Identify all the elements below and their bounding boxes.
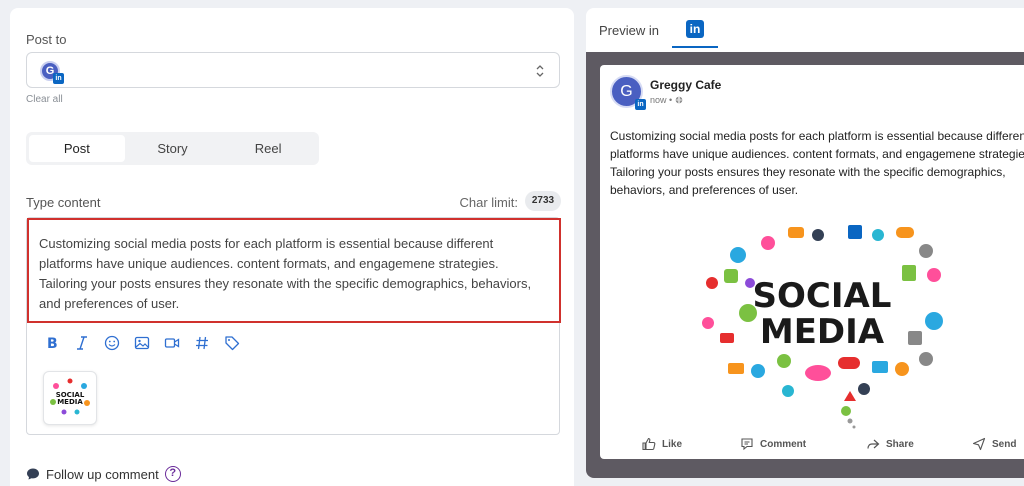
post-to-label: Post to <box>26 32 67 47</box>
content-line: Customizing social media posts for each … <box>39 236 494 251</box>
preview-frame: G in Greggy Cafe now • Customizing socia… <box>586 52 1024 478</box>
follow-up-comment[interactable]: Follow up comment ? <box>26 466 181 482</box>
follow-up-label: Follow up comment <box>46 466 159 482</box>
char-limit-badge: 2733 <box>525 191 561 211</box>
share-button[interactable]: Share <box>866 437 914 451</box>
comment-label: Comment <box>760 438 807 450</box>
post-time-text: now • <box>650 95 673 105</box>
send-label: Send <box>992 438 1017 450</box>
post-text: Customizing social media posts for each … <box>610 127 1024 199</box>
post-time: now • <box>650 95 683 105</box>
post-text-line: Customizing social media posts for each … <box>610 129 1024 143</box>
linkedin-badge-icon: in <box>635 99 646 110</box>
type-content-label: Type content <box>26 195 101 210</box>
author-name: Greggy Cafe <box>650 78 722 92</box>
italic-icon[interactable] <box>73 334 91 352</box>
content-editor: Customizing social media posts for each … <box>26 217 561 435</box>
send-icon <box>972 437 986 451</box>
preview-panel: Preview in in G in Greggy Cafe now • Cus… <box>586 8 1024 478</box>
linkedin-post-card: G in Greggy Cafe now • Customizing socia… <box>600 65 1024 459</box>
chevron-up-down-icon <box>536 65 544 77</box>
tag-icon[interactable] <box>223 334 241 352</box>
thumbs-up-icon <box>642 437 656 451</box>
comment-button[interactable]: Comment <box>740 437 806 451</box>
tab-reel[interactable]: Reel <box>220 135 316 162</box>
like-label: Like <box>662 438 683 450</box>
send-button[interactable]: Send <box>972 437 1016 451</box>
comment-bubble-icon <box>27 468 39 480</box>
compose-panel: Post to G in Clear all Post Story Reel T… <box>10 8 574 486</box>
globe-icon <box>675 96 682 104</box>
hashtag-icon[interactable] <box>193 334 211 352</box>
video-icon[interactable] <box>163 334 181 352</box>
content-line: platforms have unique audiences. content… <box>39 256 499 271</box>
svg-text:MEDIA: MEDIA <box>760 312 885 352</box>
attached-image-thumbnail[interactable]: SOCIAL MEDIA <box>43 371 97 425</box>
linkedin-icon: in <box>686 20 704 38</box>
preview-label: Preview in <box>599 23 659 38</box>
social-media-image: SOCIAL MEDIA <box>698 225 946 429</box>
tab-post[interactable]: Post <box>29 135 125 162</box>
char-limit-label: Char limit: <box>459 195 518 210</box>
bold-icon[interactable]: B <box>43 334 61 352</box>
tab-linkedin[interactable]: in <box>672 8 718 48</box>
like-button[interactable]: Like <box>642 437 682 451</box>
svg-text:MEDIA: MEDIA <box>57 398 83 406</box>
share-label: Share <box>886 438 914 450</box>
post-type-tabs: Post Story Reel <box>26 132 319 165</box>
emoji-icon[interactable] <box>103 334 121 352</box>
share-icon <box>867 439 880 449</box>
content-textarea[interactable]: Customizing social media posts for each … <box>27 218 561 323</box>
post-actions: Like Comment Share Send <box>600 437 1024 459</box>
comment-icon <box>741 438 753 451</box>
tab-story[interactable]: Story <box>125 135 221 162</box>
svg-text:B: B <box>47 336 58 351</box>
clear-all-link[interactable]: Clear all <box>26 94 63 105</box>
linkedin-badge-icon: in <box>53 73 64 84</box>
post-text-line: Tailoring your posts ensures they resona… <box>610 165 1006 179</box>
image-icon[interactable] <box>133 334 151 352</box>
svg-text:SOCIAL: SOCIAL <box>753 276 892 316</box>
content-line: Tailoring your posts ensures they resona… <box>39 276 532 291</box>
post-text-line: platforms have unique audiences. content… <box>610 147 1024 161</box>
post-text-line: behaviors, and preferences of user. <box>610 183 799 197</box>
help-icon[interactable]: ? <box>164 466 181 482</box>
format-toolbar: B <box>43 334 241 352</box>
account-select[interactable]: G in <box>26 52 560 88</box>
content-line: and preferences of user. <box>39 296 180 311</box>
